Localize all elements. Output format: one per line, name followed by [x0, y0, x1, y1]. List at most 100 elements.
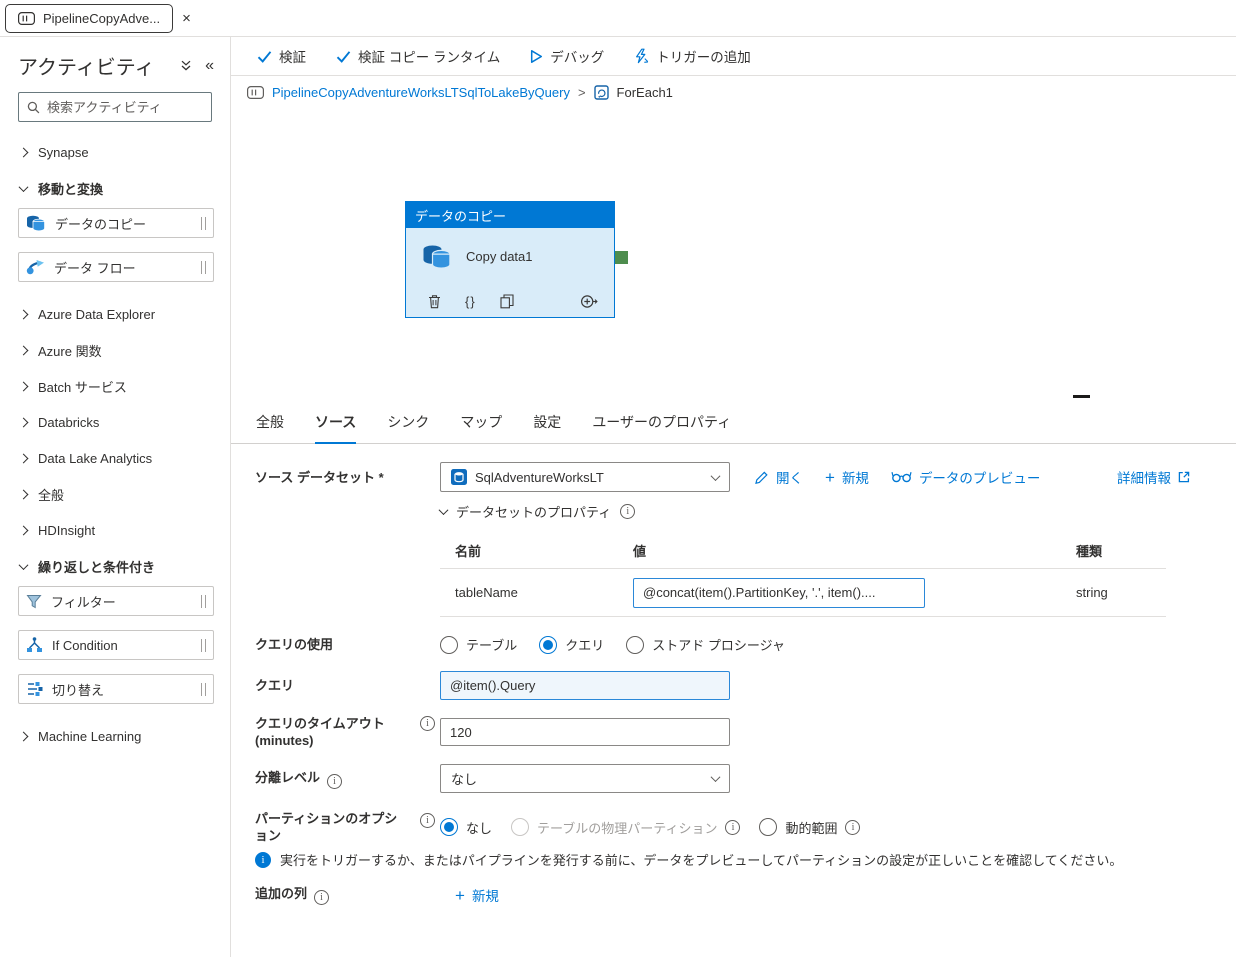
activity-filter[interactable]: フィルター — [18, 586, 214, 616]
check-icon — [336, 50, 351, 63]
pipeline-tab[interactable]: PipelineCopyAdve... — [5, 3, 174, 33]
param-value-input[interactable] — [633, 577, 925, 608]
use-query-sproc-radio[interactable]: ストアド プロシージャ — [626, 635, 785, 654]
sidebar-group-data-lake-analytics[interactable]: Data Lake Analytics — [0, 440, 230, 476]
pipeline-icon — [18, 11, 35, 25]
add-trigger-button[interactable]: トリガーの追加 — [634, 46, 751, 66]
plus-icon: + — [825, 467, 835, 487]
validate-copy-runtime-button[interactable]: 検証 コピー ランタイム — [336, 46, 500, 66]
filter-icon — [26, 594, 42, 609]
partition-physical-radio[interactable]: テーブルの物理パーティション — [511, 818, 741, 837]
glasses-icon — [891, 471, 912, 483]
partition-none-radio[interactable]: なし — [440, 818, 492, 837]
activity-search-input[interactable] — [47, 99, 203, 115]
chevron-down-icon — [18, 559, 29, 570]
sidebar-group-azure-functions[interactable]: Azure 関数 — [0, 332, 230, 368]
use-query-table-radio[interactable]: テーブル — [440, 635, 517, 654]
panel-resize-handle[interactable] — [1073, 395, 1090, 398]
drag-handle-icon[interactable] — [201, 216, 206, 230]
tab-settings[interactable]: 設定 — [533, 401, 561, 443]
partition-dynamic-radio[interactable]: 動的範囲 — [759, 818, 861, 837]
activity-data-flow[interactable]: データ フロー — [18, 252, 214, 282]
col-type: 種類 — [1076, 544, 1103, 559]
breadcrumb-current: ForEach1 — [616, 85, 673, 100]
info-icon — [620, 504, 636, 519]
tab-source[interactable]: ソース — [315, 401, 357, 444]
pipeline-canvas[interactable]: データのコピー Copy data1 {} — [231, 109, 1236, 401]
tab-general[interactable]: 全般 — [256, 401, 284, 443]
tab-mapping[interactable]: マップ — [460, 401, 502, 443]
debug-button[interactable]: デバッグ — [530, 46, 604, 66]
switch-icon — [26, 681, 43, 697]
chevron-down-icon — [710, 772, 721, 783]
source-form: ソース データセット * SqlAdventureWorksLT 開く + 新規… — [231, 444, 1236, 957]
breadcrumb: PipelineCopyAdventureWorksLTSqlToLakeByQ… — [231, 76, 1236, 109]
chevron-right-icon — [18, 453, 29, 463]
sidebar-group-databricks[interactable]: Databricks — [0, 404, 230, 440]
partition-info-message: 実行をトリガーするか、またはパイプラインを発行する前に、データをプレビューしてパ… — [255, 852, 1236, 869]
add-output-icon[interactable] — [580, 294, 598, 309]
query-label: クエリ — [255, 678, 295, 693]
col-value: 値 — [633, 544, 647, 559]
radio-checked-icon — [440, 818, 458, 836]
activity-search-box[interactable] — [18, 92, 212, 122]
activity-if-condition[interactable]: If Condition — [18, 630, 214, 660]
plus-icon: + — [455, 885, 465, 905]
new-dataset-button[interactable]: + 新規 — [825, 467, 869, 487]
drag-handle-icon[interactable] — [201, 260, 206, 274]
node-actions: {} — [406, 285, 614, 317]
sidebar-group-iteration[interactable]: 繰り返しと条件付き — [0, 548, 230, 584]
query-input[interactable] — [440, 671, 730, 700]
copy-activity-node[interactable]: データのコピー Copy data1 {} — [405, 201, 628, 318]
node-header: データのコピー — [406, 202, 614, 228]
external-link-icon — [1178, 471, 1190, 483]
output-port[interactable] — [615, 251, 628, 264]
tab-close-icon[interactable]: × — [182, 11, 191, 26]
collapse-sidebar-icon[interactable]: « — [205, 57, 214, 75]
tab-title: PipelineCopyAdve... — [43, 10, 161, 26]
activity-switch[interactable]: 切り替え — [18, 674, 214, 704]
info-icon — [327, 773, 343, 789]
tab-sink[interactable]: シンク — [387, 401, 429, 443]
sidebar-group-azure-data-explorer[interactable]: Azure Data Explorer — [0, 296, 230, 332]
sidebar-title: アクティビティ — [18, 57, 155, 79]
dataset-properties-toggle[interactable]: データセットのプロパティ — [438, 502, 1236, 521]
clone-activity-icon[interactable] — [500, 293, 514, 309]
use-query-query-radio[interactable]: クエリ — [539, 635, 604, 654]
tab-bar: PipelineCopyAdve... × — [0, 0, 1236, 37]
partition-radio-group: なし テーブルの物理パーティション 動的範囲 — [440, 818, 861, 837]
code-braces-icon[interactable]: {} — [465, 294, 476, 309]
isolation-level-select[interactable]: なし — [440, 764, 730, 793]
breadcrumb-pipeline-link[interactable]: PipelineCopyAdventureWorksLTSqlToLakeByQ… — [272, 85, 570, 100]
table-header-row: 名前 値 種類 — [440, 533, 1166, 569]
tab-user-properties[interactable]: ユーザーのプロパティ — [592, 401, 731, 443]
sidebar-group-move-transform[interactable]: 移動と変換 — [0, 170, 230, 206]
chevron-right-icon — [18, 345, 29, 355]
preview-data-button[interactable]: データのプレビュー — [891, 467, 1040, 487]
sidebar-group-general[interactable]: 全般 — [0, 476, 230, 512]
pencil-icon — [754, 470, 769, 485]
sidebar-group-hdinsight[interactable]: HDInsight — [0, 512, 230, 548]
sidebar-group-machine-learning[interactable]: Machine Learning — [0, 718, 230, 754]
activity-copy-data[interactable]: データのコピー — [18, 208, 214, 238]
info-icon — [420, 813, 435, 828]
drag-handle-icon[interactable] — [201, 682, 206, 696]
open-dataset-button[interactable]: 開く — [754, 467, 803, 487]
query-timeout-input[interactable] — [440, 718, 730, 746]
play-icon — [530, 49, 543, 64]
validate-button[interactable]: 検証 — [257, 46, 306, 66]
chevron-right-icon — [18, 489, 29, 499]
sidebar-group-batch-service[interactable]: Batch サービス — [0, 368, 230, 404]
info-icon — [314, 890, 330, 905]
radio-checked-icon — [539, 635, 558, 654]
delete-activity-icon[interactable] — [428, 294, 441, 309]
expand-all-icon[interactable] — [180, 59, 192, 72]
source-dataset-select[interactable]: SqlAdventureWorksLT — [440, 462, 730, 492]
drag-handle-icon[interactable] — [201, 594, 206, 608]
drag-handle-icon[interactable] — [201, 638, 206, 652]
check-icon — [257, 50, 272, 63]
learn-more-link[interactable]: 詳細情報 — [1117, 467, 1190, 487]
radio-icon — [511, 818, 530, 836]
additional-columns-new-button[interactable]: + 新規 — [455, 885, 499, 905]
sidebar-group-synapse[interactable]: Synapse — [0, 134, 230, 170]
